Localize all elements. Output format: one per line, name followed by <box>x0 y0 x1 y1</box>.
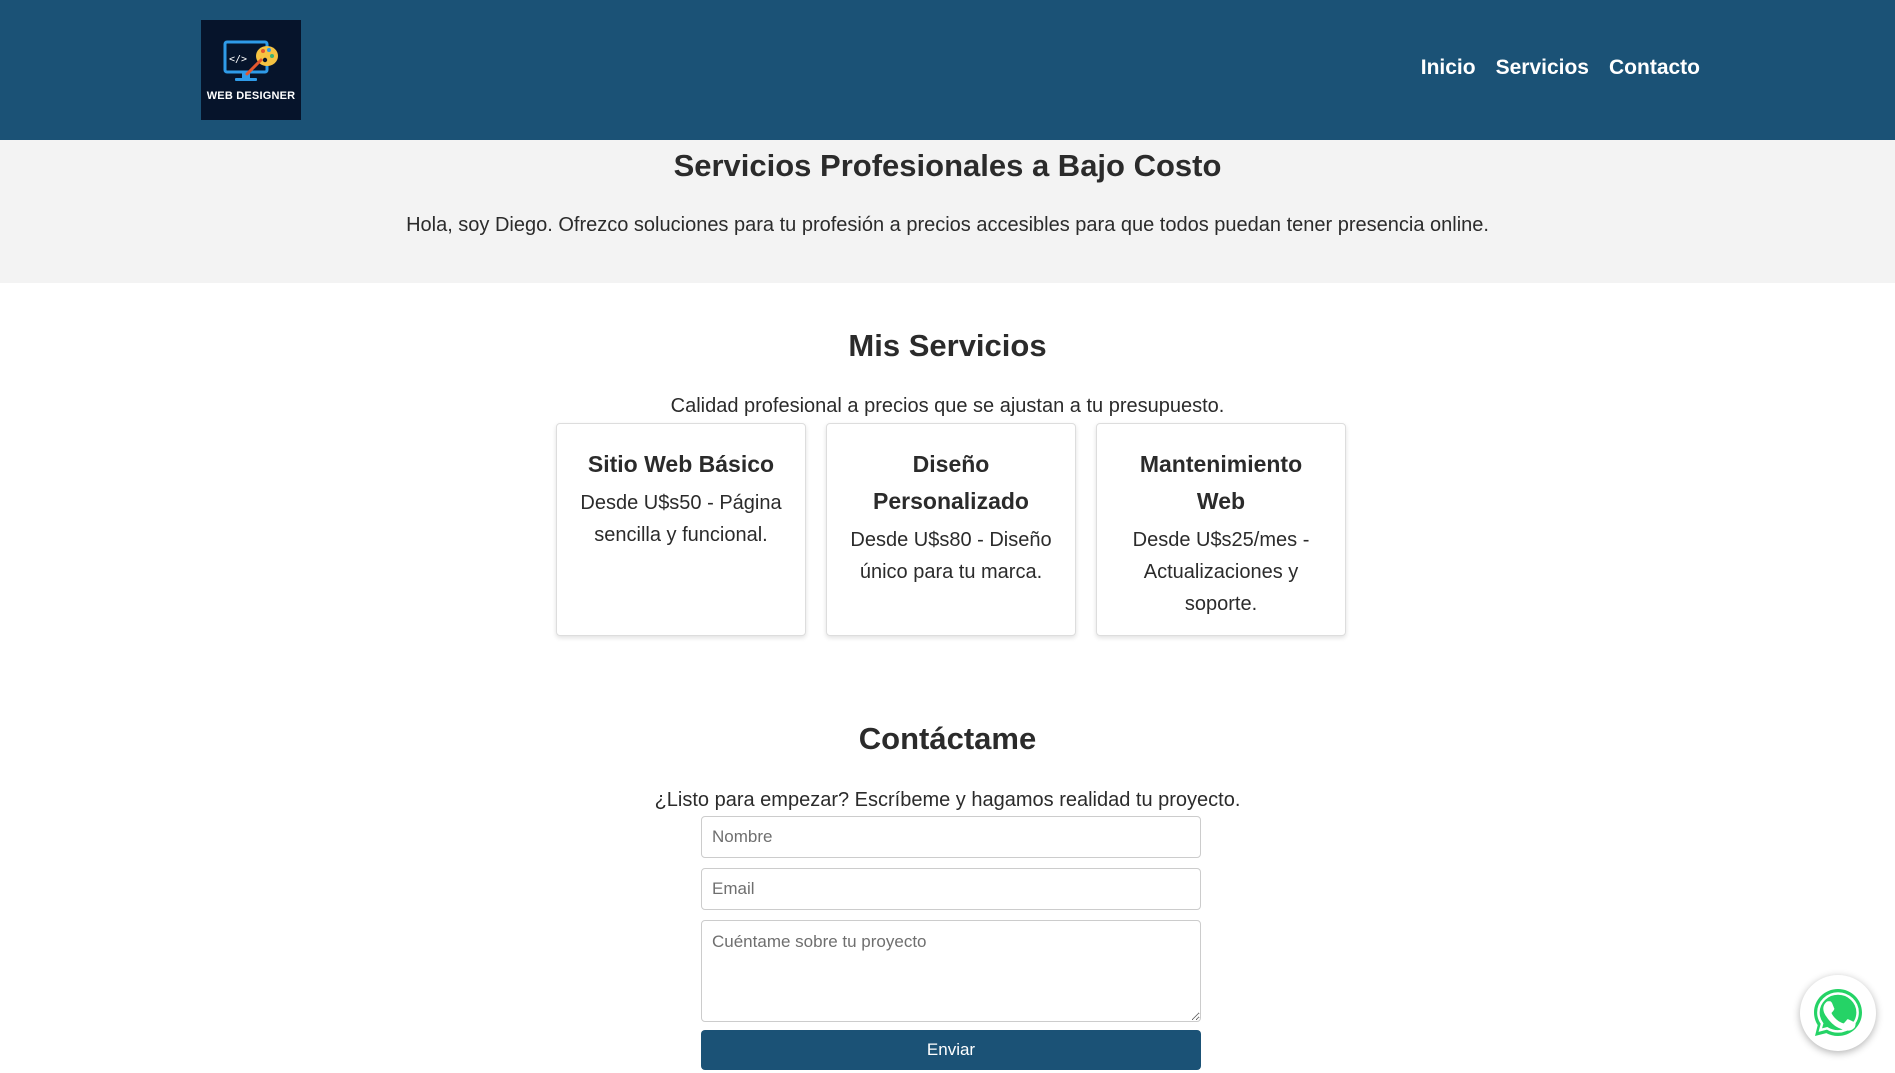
email-input[interactable] <box>701 868 1201 910</box>
site-header: </> WEB DESIGNER Inicio Servicios Contac… <box>0 0 1895 140</box>
whatsapp-button[interactable] <box>1800 975 1876 1051</box>
service-card-description: Desde U$s50 - Página sencilla y funciona… <box>580 492 782 546</box>
whatsapp-icon <box>1814 989 1862 1036</box>
hero-subtitle: Hola, soy Diego. Ofrezco soluciones para… <box>406 214 1489 236</box>
service-card-description: Desde U$s25/mes - Actualizaciones y sopo… <box>1132 529 1310 615</box>
service-card-title: Diseño Personalizado <box>873 451 1029 514</box>
nav-link-contacto[interactable]: Contacto <box>1609 56 1700 80</box>
hero-section: Servicios Profesionales a Bajo Costo Hol… <box>0 140 1895 283</box>
contact-form: Enviar <box>701 816 1201 1070</box>
contact-title: Contáctame <box>858 721 1037 756</box>
submit-button[interactable]: Enviar <box>701 1030 1201 1070</box>
service-card-description: Desde U$s80 - Diseño único para tu marca… <box>850 529 1052 583</box>
service-card-title: Sitio Web Básico <box>587 451 775 477</box>
services-subtitle: Calidad profesional a precios que se aju… <box>670 395 1225 417</box>
service-card-basic: Sitio Web Básico Desde U$s50 - Página se… <box>556 423 806 636</box>
name-input[interactable] <box>701 816 1201 858</box>
nav-link-servicios[interactable]: Servicios <box>1496 56 1589 80</box>
svg-text:</>: </> <box>229 54 247 65</box>
site-logo[interactable]: </> WEB DESIGNER <box>201 20 301 120</box>
contact-subtitle: ¿Listo para empezar? Escríbeme y hagamos… <box>654 789 1241 811</box>
message-textarea[interactable] <box>701 920 1201 1022</box>
web-designer-logo-icon: </> <box>223 40 278 81</box>
service-card-title: Mantenimiento Web <box>1139 451 1303 514</box>
service-card-maintenance: Mantenimiento Web Desde U$s25/mes - Actu… <box>1096 423 1346 636</box>
service-card-custom-design: Diseño Personalizado Desde U$s80 - Diseñ… <box>826 423 1076 636</box>
services-cards: Sitio Web Básico Desde U$s50 - Página se… <box>556 423 1346 636</box>
services-title: Mis Servicios <box>848 328 1047 363</box>
logo-text: WEB DESIGNER <box>206 90 296 102</box>
nav-link-inicio[interactable]: Inicio <box>1421 56 1476 80</box>
hero-title: Servicios Profesionales a Bajo Costo <box>673 148 1222 183</box>
main-nav: Inicio Servicios Contacto <box>1421 56 1700 80</box>
